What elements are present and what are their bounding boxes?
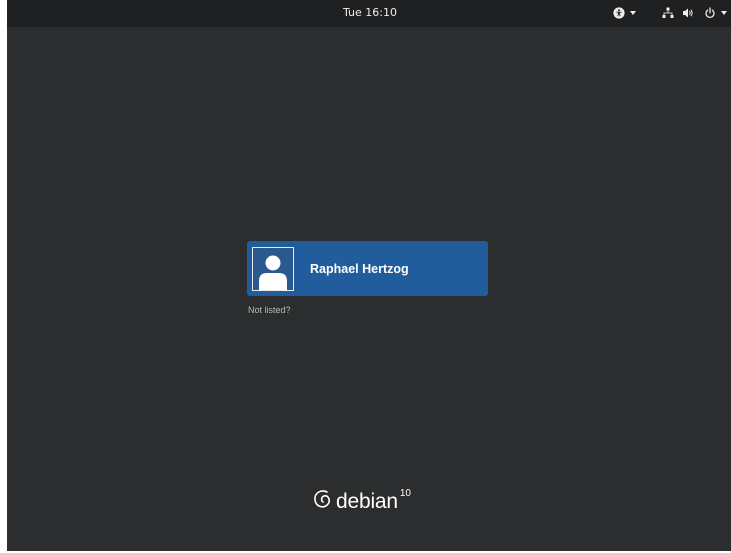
distro-name: debian (336, 490, 398, 513)
user-list-item[interactable]: Raphael Hertzog (247, 241, 488, 296)
user-name: Raphael Hertzog (310, 261, 409, 276)
login-screen: Tue 16:10 Raphael Hertzog Not listed? de… (7, 0, 731, 551)
not-listed-link[interactable]: Not listed? (248, 305, 291, 315)
power-icon (704, 7, 716, 19)
debian-swirl-icon (312, 487, 334, 517)
default-user-avatar-icon (252, 246, 294, 291)
chevron-down-icon (630, 11, 636, 15)
accessibility-menu[interactable] (613, 5, 636, 21)
top-bar: Tue 16:10 (7, 0, 731, 27)
network-wired-icon (662, 7, 674, 19)
distro-logo: debian 10 (312, 482, 411, 522)
distro-version: 10 (399, 488, 411, 499)
system-menu[interactable] (662, 5, 727, 21)
accessibility-icon (613, 7, 625, 19)
chevron-down-icon (721, 11, 727, 15)
volume-icon (682, 7, 694, 19)
